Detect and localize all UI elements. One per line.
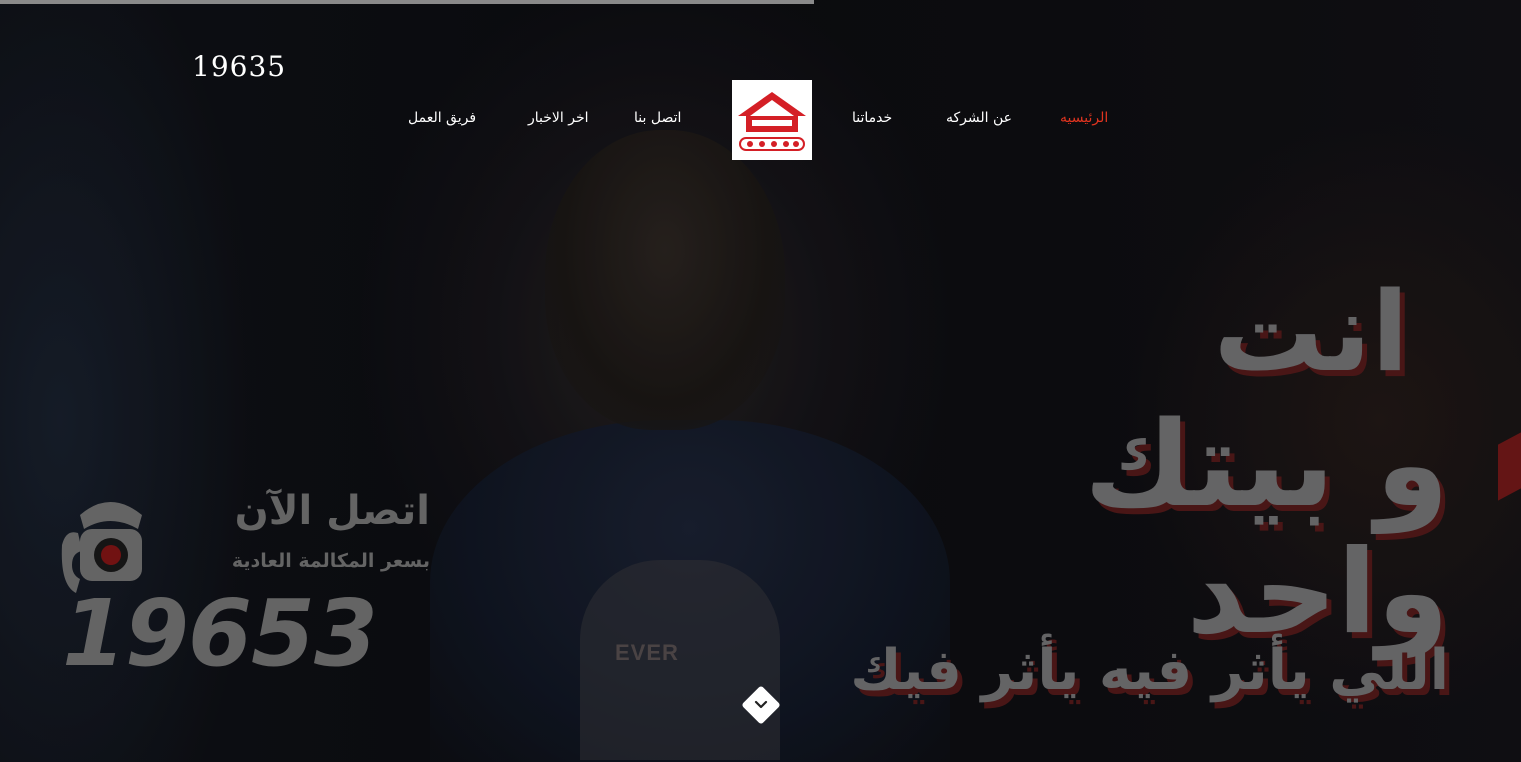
promo-hotline-number: 19653 xyxy=(62,580,378,687)
nav-item-services[interactable]: خدماتنا xyxy=(852,110,892,126)
feed-logo-icon xyxy=(732,80,812,160)
nav-item-home[interactable]: الرئيسيه xyxy=(1060,110,1108,126)
scroll-down-button[interactable] xyxy=(741,685,781,725)
shirt-print-text: EVER xyxy=(615,640,679,665)
telephone-icon xyxy=(61,502,142,593)
hero-person-head xyxy=(545,130,785,430)
site-logo[interactable] xyxy=(732,80,812,160)
nav-item-about[interactable]: عن الشركه xyxy=(946,110,1012,126)
nav-item-contact[interactable]: اتصل بنا xyxy=(634,110,681,126)
nav-item-news[interactable]: اخر الاخبار xyxy=(528,110,589,126)
nav-item-team[interactable]: فريق العمل xyxy=(408,110,476,126)
call-now-promo: اتصل الآن بسعر المكالمة العادية 19653 xyxy=(58,480,438,700)
slogan-line-1: انت xyxy=(1213,268,1409,396)
slogan-line-4: اللي يأثر فيه يأثر فيك xyxy=(850,638,1449,703)
main-navigation: الرئيسيه عن الشركه خدماتنا اتصل بنا اخر … xyxy=(0,0,1521,170)
call-now-title: اتصل الآن xyxy=(234,488,430,534)
chevron-down-icon xyxy=(754,700,768,709)
slogan-line-2: و بيتك xyxy=(1084,395,1449,533)
slider-next-arrow[interactable] xyxy=(1498,425,1521,501)
call-now-subtitle: بسعر المكالمة العادية xyxy=(231,550,430,572)
